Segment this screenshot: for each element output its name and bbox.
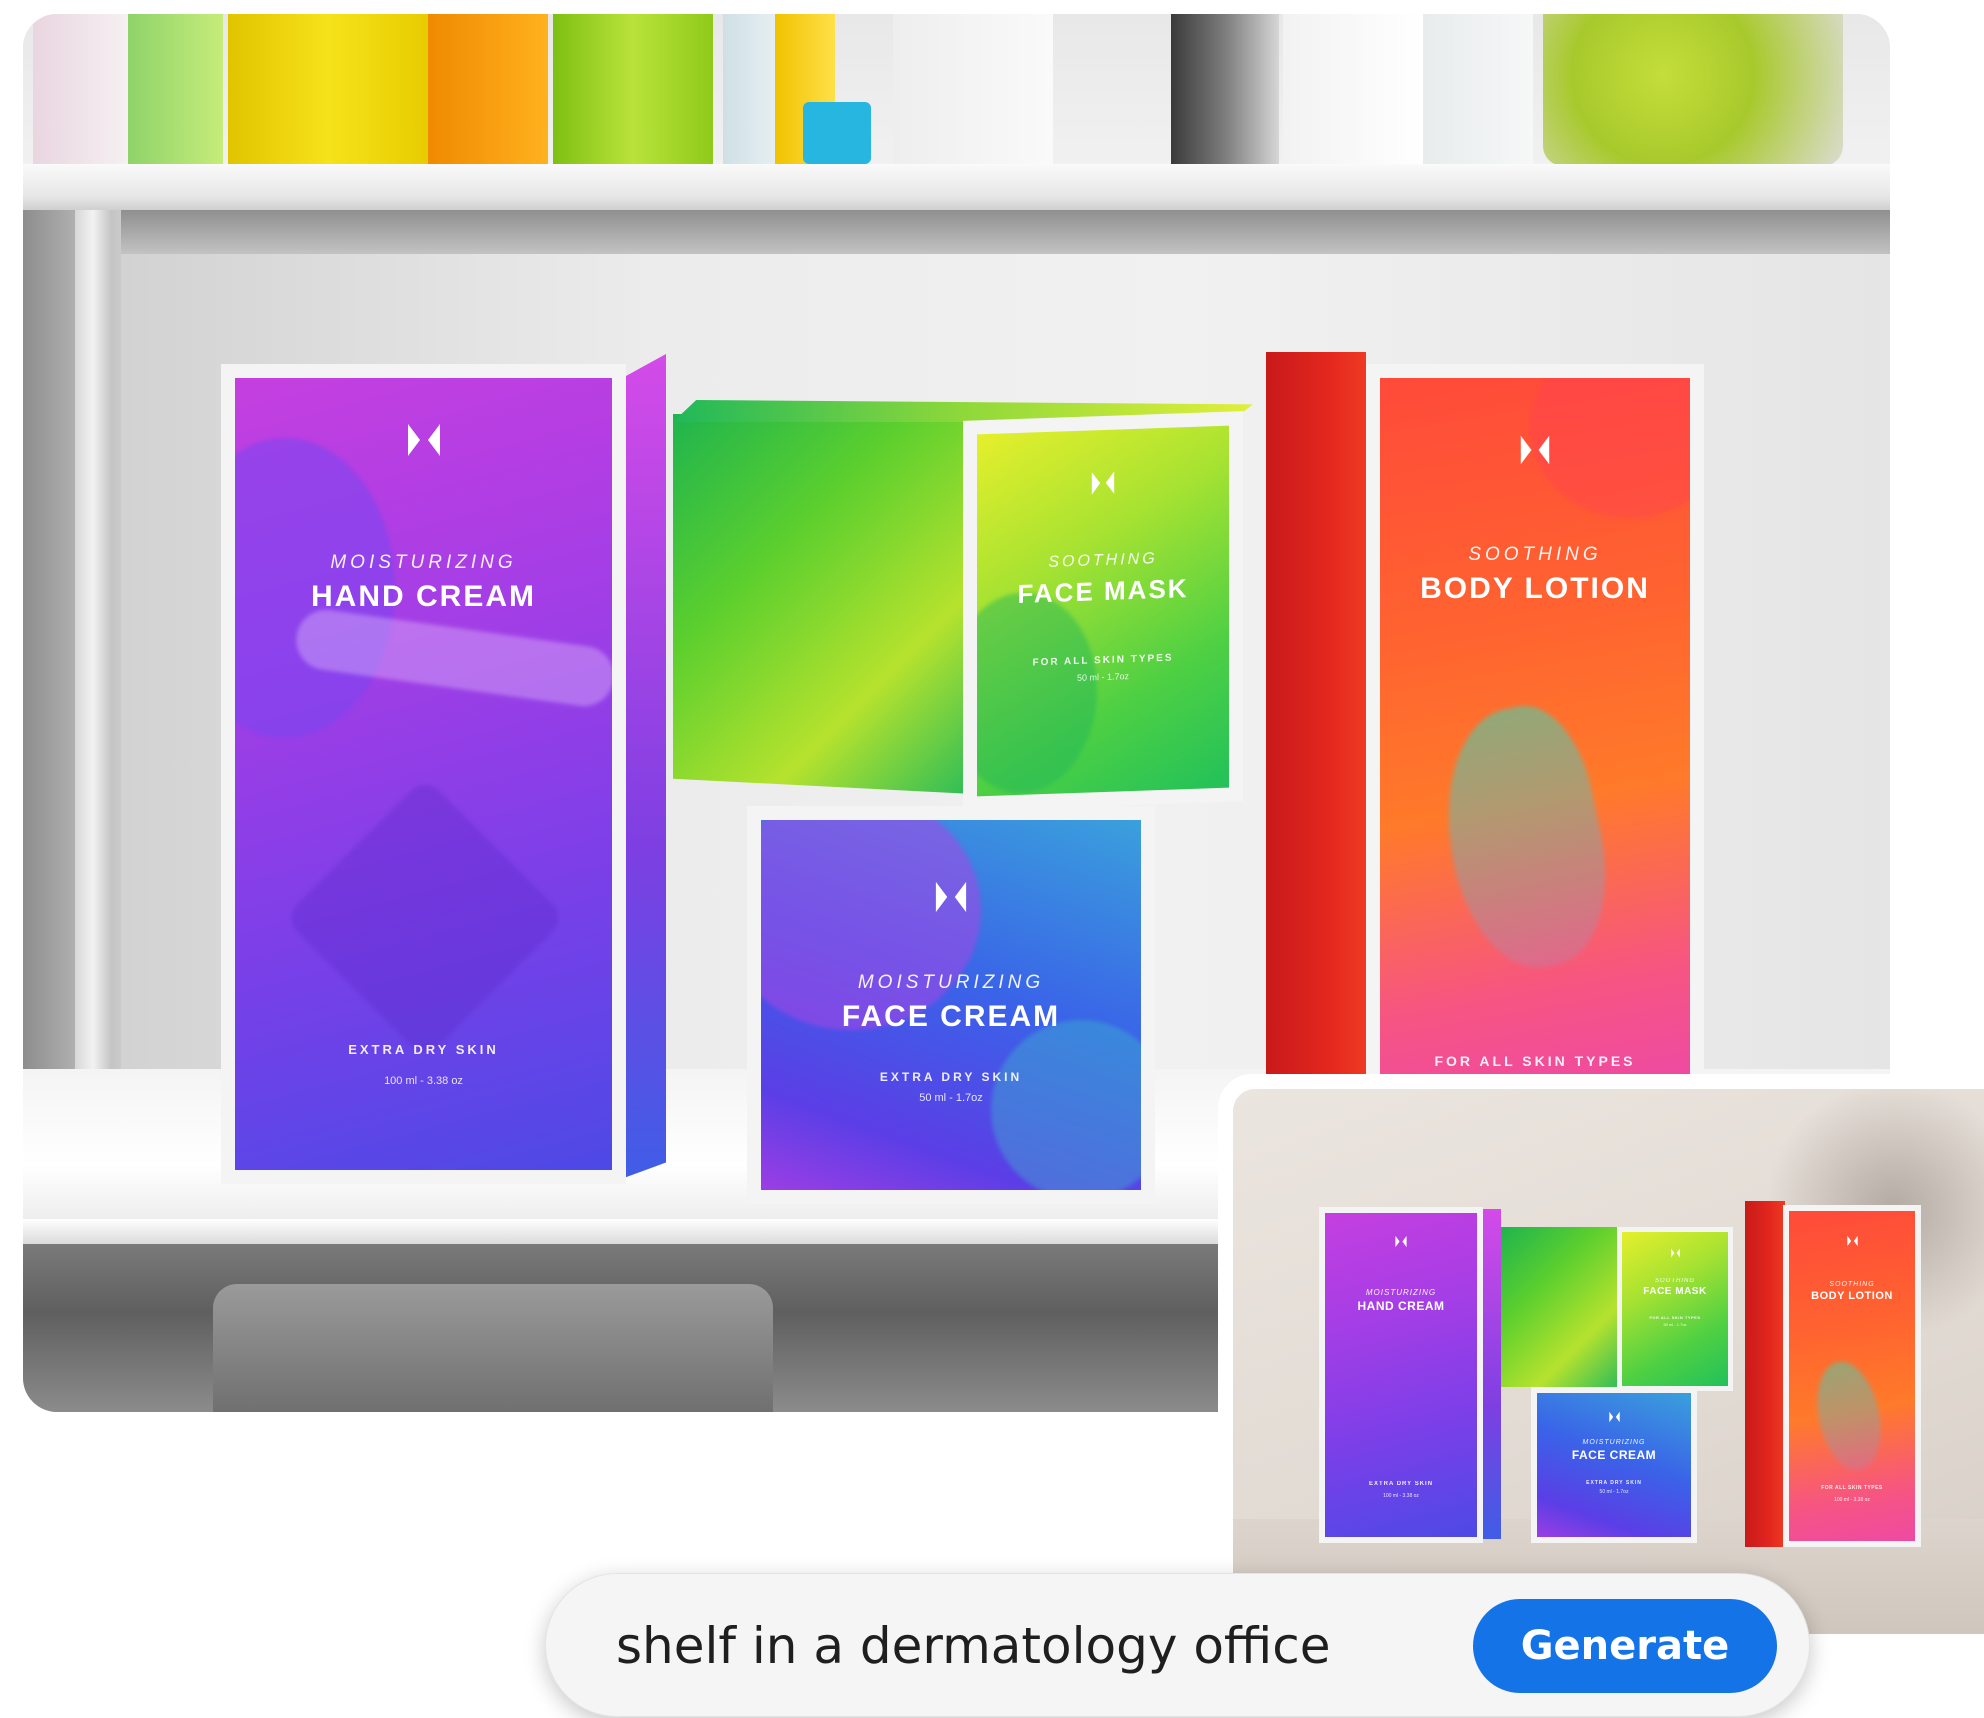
product-size: 100 ml - 3.38 oz	[1834, 1497, 1870, 1503]
thumb-body-lotion-box: SOOTHING BODY LOTION FOR ALL SKIN TYPES …	[1745, 1201, 1925, 1547]
box-label: SOOTHING FACE MASK FOR ALL SKIN TYPES 50…	[977, 425, 1229, 797]
box-front: SOOTHING FACE MASK FOR ALL SKIN TYPES 50…	[963, 411, 1243, 811]
brand-logo-icon	[407, 424, 440, 456]
upper-shelf-board	[23, 164, 1890, 210]
product-size: 100 ml - 3.38 oz	[384, 1075, 463, 1087]
label-shape	[283, 776, 567, 1060]
product-subtitle: MOISTURIZING	[857, 972, 1045, 993]
product-subtitle: SOOTHING	[1468, 544, 1602, 565]
product-skin-type: FOR ALL SKIN TYPES	[1821, 1485, 1883, 1491]
bottle	[33, 14, 128, 166]
label-shape	[1424, 695, 1626, 981]
brand-logo-icon	[1608, 1411, 1620, 1423]
label-shape	[991, 1020, 1141, 1190]
box-label: MOISTURIZING FACE CREAM EXTRA DRY SKIN 5…	[761, 820, 1141, 1190]
brand-logo-icon	[1395, 1235, 1407, 1248]
prompt-input[interactable]: shelf in a dermatology office	[616, 1574, 1331, 1718]
product-subtitle: SOOTHING	[1829, 1281, 1875, 1288]
product-size: 50 ml - 1.7oz	[1599, 1489, 1629, 1495]
storage-bin	[213, 1284, 773, 1412]
jar-of-sponges	[1543, 14, 1843, 166]
thumb-face-cream-box: MOISTURIZING FACE CREAM EXTRA DRY SKIN 5…	[1531, 1387, 1701, 1545]
box-side	[621, 354, 666, 1179]
label-shape	[977, 590, 1097, 796]
brand-logo-icon	[1670, 1248, 1680, 1258]
box-label: MOISTURIZING HAND CREAM EXTRA DRY SKIN 1…	[1325, 1213, 1477, 1537]
product-subtitle: SOOTHING	[1048, 550, 1158, 571]
box-front: MOISTURIZING FACE CREAM EXTRA DRY SKIN 5…	[747, 806, 1155, 1204]
label-shape	[761, 820, 981, 1030]
bottle	[553, 14, 713, 166]
shelf-post	[75, 210, 111, 1210]
product-subtitle: MOISTURIZING	[1582, 1439, 1646, 1446]
product-subtitle: MOISTURIZING	[1365, 1288, 1437, 1297]
box-front: MOISTURIZING HAND CREAM EXTRA DRY SKIN 1…	[1319, 1207, 1483, 1543]
bottle	[1423, 14, 1533, 166]
box-side	[1745, 1201, 1785, 1547]
product-title: FACE CREAM	[841, 1000, 1061, 1033]
bottle	[723, 14, 783, 166]
thumb-face-mask-box: SOOTHING FACE MASK FOR ALL SKIN TYPES 50…	[1501, 1223, 1737, 1395]
box-side	[1501, 1227, 1621, 1387]
label-shape	[1530, 378, 1690, 518]
brand-logo-icon	[935, 881, 967, 913]
bottle	[428, 14, 548, 166]
box-front: MOISTURIZING HAND CREAM EXTRA DRY SKIN 1…	[221, 364, 626, 1184]
face-mask-box: SOOTHING FACE MASK FOR ALL SKIN TYPES 50…	[673, 400, 1253, 820]
generate-button[interactable]: Generate	[1473, 1599, 1777, 1693]
product-title: FACE MASK	[1017, 573, 1189, 609]
box-label: SOOTHING BODY LOTION FOR ALL SKIN TYPES	[1380, 378, 1690, 1078]
product-title: FACE CREAM	[1571, 1448, 1657, 1462]
thumb-hand-cream-box: MOISTURIZING HAND CREAM EXTRA DRY SKIN 1…	[1319, 1207, 1501, 1547]
product-title: BODY LOTION	[1420, 572, 1650, 605]
product-skin-type: EXTRA DRY SKIN	[1368, 1481, 1434, 1487]
brand-logo-icon	[1520, 435, 1550, 465]
bottle	[1171, 14, 1279, 166]
box-side	[673, 414, 973, 794]
box-label: SOOTHING BODY LOTION FOR ALL SKIN TYPES …	[1789, 1211, 1915, 1541]
bottle	[228, 14, 428, 166]
product-skin-type: EXTRA DRY SKIN	[348, 1042, 499, 1057]
product-size: 100 ml - 3.38 oz	[1383, 1493, 1419, 1499]
bottle	[1283, 14, 1423, 166]
product-skin-type: EXTRA DRY SKIN	[879, 1070, 1023, 1084]
product-skin-type: EXTRA DRY SKIN	[1586, 1480, 1642, 1486]
product-subtitle: MOISTURIZING	[330, 552, 517, 573]
box-front: MOISTURIZING FACE CREAM EXTRA DRY SKIN 5…	[1531, 1387, 1697, 1543]
product-title: FACE MASK	[1643, 1286, 1707, 1297]
product-size: 50 ml - 1.7oz	[919, 1092, 983, 1104]
box-label: SOOTHING FACE MASK FOR ALL SKIN TYPES 50…	[1622, 1232, 1728, 1386]
source-image-thumbnail[interactable]: MOISTURIZING HAND CREAM EXTRA DRY SKIN 1…	[1233, 1089, 1984, 1634]
bottle	[893, 14, 1053, 166]
product-skin-type: FOR ALL SKIN TYPES	[1649, 1315, 1701, 1320]
product-size: 50 ml - 1.7oz	[1663, 1322, 1687, 1327]
bottle-cap	[803, 102, 871, 164]
product-skin-type: FOR ALL SKIN TYPES	[1434, 1053, 1636, 1069]
box-label: MOISTURIZING HAND CREAM EXTRA DRY SKIN 1…	[235, 378, 612, 1170]
label-shape	[1808, 1355, 1890, 1477]
product-title: HAND CREAM	[1357, 1299, 1445, 1313]
product-title: BODY LOTION	[1811, 1290, 1893, 1302]
hand-cream-box: MOISTURIZING HAND CREAM EXTRA DRY SKIN 1…	[221, 354, 666, 1204]
brand-logo-icon	[1846, 1235, 1858, 1247]
box-front: SOOTHING BODY LOTION FOR ALL SKIN TYPES	[1366, 364, 1704, 1092]
prompt-bar: shelf in a dermatology office Generate	[545, 1573, 1810, 1717]
bottle	[128, 14, 223, 166]
brand-logo-icon	[1091, 471, 1115, 495]
product-subtitle: SOOTHING	[1654, 1278, 1695, 1284]
box-front: SOOTHING FACE MASK FOR ALL SKIN TYPES 50…	[1617, 1227, 1733, 1391]
face-cream-box: MOISTURIZING FACE CREAM EXTRA DRY SKIN 5…	[747, 806, 1187, 1210]
body-lotion-box: SOOTHING BODY LOTION FOR ALL SKIN TYPES	[1266, 352, 1726, 1092]
box-label: MOISTURIZING FACE CREAM EXTRA DRY SKIN 5…	[1537, 1393, 1691, 1537]
box-front: SOOTHING BODY LOTION FOR ALL SKIN TYPES …	[1783, 1205, 1921, 1547]
product-title: HAND CREAM	[311, 580, 536, 613]
box-side	[1266, 352, 1366, 1092]
